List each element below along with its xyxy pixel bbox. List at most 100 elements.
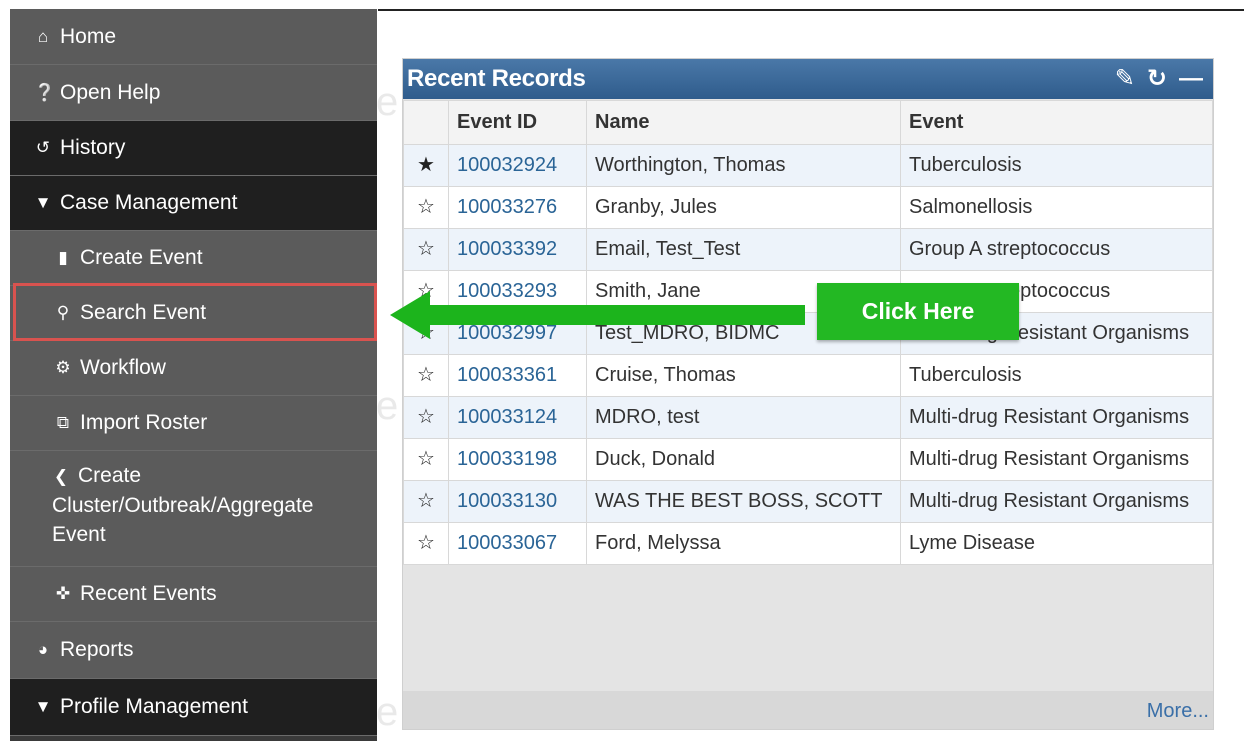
- event-id-link[interactable]: 100033124: [457, 406, 557, 428]
- record-event-cell: Group A streptococcus: [900, 228, 1213, 271]
- refresh-icon[interactable]: ↻: [1147, 67, 1167, 91]
- table-row[interactable]: ☆ 100033130 WAS THE BEST BOSS, SCOTT Multi-…: [403, 480, 1213, 523]
- column-header-event[interactable]: Event: [900, 100, 1213, 145]
- table-row[interactable]: ☆ 100033276 Granby, Jules Salmonellosis: [403, 186, 1213, 229]
- nav-workflow[interactable]: ⚙ Workflow: [10, 341, 377, 396]
- nav-profile-management[interactable]: ▼ Profile Management: [10, 679, 377, 736]
- import-icon: ⧉: [56, 413, 70, 432]
- nav-label: Create Event: [80, 246, 203, 269]
- table-row[interactable]: ☆ 100033361 Cruise, Thomas Tuberculosis: [403, 354, 1213, 397]
- column-header-event-id[interactable]: Event ID: [448, 100, 587, 145]
- star-toggle-icon[interactable]: ☆: [417, 490, 435, 512]
- event-id-link[interactable]: 100033276: [457, 196, 557, 218]
- event-id-link[interactable]: 100033361: [457, 364, 557, 386]
- record-name: MDRO, test: [595, 406, 700, 428]
- record-event: Multi-drug Resistant Organisms: [909, 490, 1190, 512]
- record-event-cell: Tuberculosis: [900, 144, 1213, 187]
- event-id-link[interactable]: 100032924: [457, 154, 557, 176]
- nav-label: Import Roster: [80, 411, 208, 434]
- nav-import-roster[interactable]: ⧉ Import Roster: [10, 396, 377, 451]
- caret-down-icon: ▼: [34, 697, 52, 716]
- event-id-cell: 100033276: [448, 186, 587, 229]
- background-watermark: e: [376, 80, 399, 124]
- star-toggle-icon-cell: ☆: [403, 396, 449, 439]
- more-link[interactable]: More...: [1147, 700, 1209, 723]
- nav-create-cluster[interactable]: ❮ Create Cluster/Outbreak/Aggregate Event: [10, 451, 377, 567]
- star-toggle-icon[interactable]: ☆: [417, 448, 435, 470]
- star-column-header: [403, 100, 449, 145]
- star-toggle-icon[interactable]: ☆: [417, 196, 435, 218]
- record-event-cell: Multi-drug Resistant Organisms: [900, 438, 1213, 481]
- nav-label: History: [60, 136, 126, 159]
- table-row[interactable]: ☆ 100033392 Email, Test_Test Group A strept…: [403, 228, 1213, 271]
- nav-reports[interactable]: ◕ Reports: [10, 622, 377, 679]
- record-event-cell: Multi-drug Resistant Organisms: [900, 396, 1213, 439]
- nav-recent-events[interactable]: ✜ Recent Events: [10, 567, 377, 622]
- pencil-icon[interactable]: ✎: [1115, 67, 1135, 91]
- star-toggle-icon[interactable]: ☆: [417, 364, 435, 386]
- event-id-cell: 100033198: [448, 438, 587, 481]
- star-toggle-icon[interactable]: ☆: [417, 238, 435, 260]
- top-divider: [378, 9, 1244, 11]
- record-name: Smith, Jane: [595, 280, 701, 302]
- table-row[interactable]: ☆ 100033124 MDRO, test Multi-drug Resistant…: [403, 396, 1213, 439]
- event-id-cell: 100033130: [448, 480, 587, 523]
- nav-label: Home: [60, 24, 117, 48]
- event-id-cell: 100033392: [448, 228, 587, 271]
- star-toggle-icon-cell: ☆: [403, 228, 449, 271]
- recent-records-panel: Recent Records ✎ ↻ — Event ID Name Event…: [402, 58, 1214, 730]
- background-watermark: e: [376, 384, 399, 428]
- nav-open-help[interactable]: ❔ Open Help: [10, 65, 377, 121]
- record-event: Tuberculosis: [909, 154, 1022, 176]
- record-name-cell: Cruise, Thomas: [586, 354, 901, 397]
- background-watermark: e: [376, 690, 399, 734]
- record-event: Salmonellosis: [909, 196, 1033, 218]
- callout-arrow-shaft: [425, 305, 805, 325]
- nav-create-event[interactable]: ▮ Create Event: [10, 231, 377, 286]
- column-header-name[interactable]: Name: [586, 100, 901, 145]
- record-name: Granby, Jules: [595, 196, 717, 218]
- record-name: Test_MDRO, BIDMC: [595, 322, 780, 344]
- panel-footer: More...: [403, 691, 1213, 729]
- pin-icon: ✜: [55, 584, 71, 603]
- record-name: Worthington, Thomas: [595, 154, 786, 176]
- event-id-link[interactable]: 100032997: [457, 322, 557, 344]
- nav-label: Case Management: [60, 191, 238, 214]
- table-row[interactable]: ☆ 100033067 Ford, Melyssa Lyme Disease: [403, 522, 1213, 565]
- record-name: Cruise, Thomas: [595, 364, 736, 386]
- nav-label: Open Help: [60, 80, 161, 104]
- event-id-link[interactable]: 100033293: [457, 280, 557, 302]
- event-id-cell: 100033124: [448, 396, 587, 439]
- nav-history[interactable]: ↺ History: [10, 121, 377, 176]
- record-event-cell: Salmonellosis: [900, 186, 1213, 229]
- table-header-row: Event ID Name Event: [403, 100, 1213, 145]
- event-id-cell: 100032924: [448, 144, 587, 187]
- record-event-cell: Lyme Disease: [900, 522, 1213, 565]
- record-event: Multi-drug Resistant Organisms: [909, 448, 1190, 470]
- nav-home[interactable]: ⌂ Home: [10, 9, 377, 65]
- minus-icon[interactable]: —: [1179, 67, 1203, 91]
- event-id-link[interactable]: 100033392: [457, 238, 557, 260]
- event-id-link[interactable]: 100033067: [457, 532, 557, 554]
- record-name: Email, Test_Test: [595, 238, 741, 260]
- recent-records-table: Event ID Name Event ★ 100032924 Worthingto…: [403, 100, 1213, 565]
- nav-case-management[interactable]: ▼ Case Management: [10, 176, 377, 231]
- table-row[interactable]: ★ 100032924 Worthington, Thomas Tuberculosi…: [403, 144, 1213, 187]
- star-toggle-icon[interactable]: ★: [417, 154, 435, 176]
- record-event: Group A streptococcus: [909, 238, 1111, 260]
- caret-down-icon: ▼: [34, 193, 52, 212]
- cogs-icon: ⚙: [55, 358, 71, 377]
- nav-label: Reports: [60, 638, 134, 661]
- record-event-cell: Multi-drug Resistant Organisms: [900, 480, 1213, 523]
- record-name-cell: MDRO, test: [586, 396, 901, 439]
- event-id-link[interactable]: 100033130: [457, 490, 557, 512]
- star-toggle-icon[interactable]: ☆: [417, 406, 435, 428]
- star-toggle-icon-cell: ☆: [403, 522, 449, 565]
- event-id-link[interactable]: 100033198: [457, 448, 557, 470]
- star-toggle-icon-cell: ☆: [403, 438, 449, 481]
- record-name-cell: WAS THE BEST BOSS, SCOTT: [586, 480, 901, 523]
- panel-title: Recent Records: [407, 65, 586, 92]
- star-toggle-icon[interactable]: ☆: [417, 532, 435, 554]
- record-name-cell: Ford, Melyssa: [586, 522, 901, 565]
- table-row[interactable]: ☆ 100033198 Duck, Donald Multi-drug Resista…: [403, 438, 1213, 481]
